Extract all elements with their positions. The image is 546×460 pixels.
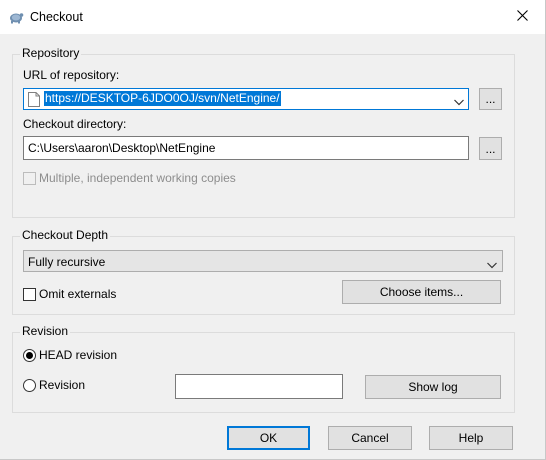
checkout-depth-group-title: Checkout Depth	[20, 228, 111, 242]
revision-input[interactable]	[175, 374, 343, 399]
omit-externals-label: Omit externals	[39, 287, 117, 301]
repository-group-title: Repository	[20, 46, 82, 60]
close-icon	[516, 10, 528, 24]
url-browse-button[interactable]: ...	[479, 88, 502, 110]
revision-group-title: Revision	[20, 324, 71, 338]
title-bar: Checkout	[0, 0, 545, 34]
chevron-down-icon[interactable]	[454, 95, 464, 109]
dir-label: Checkout directory:	[23, 117, 127, 131]
checkout-dir-input[interactable]: C:\Users\aaron\Desktop\NetEngine	[23, 136, 469, 160]
head-revision-label: HEAD revision	[39, 348, 118, 362]
url-label: URL of repository:	[23, 68, 120, 82]
depth-dropdown[interactable]: Fully recursive	[23, 250, 503, 272]
revision-label: Revision	[39, 378, 86, 392]
cancel-button[interactable]: Cancel	[328, 426, 412, 450]
revision-radio[interactable]	[23, 379, 36, 392]
help-button[interactable]: Help	[429, 426, 513, 450]
close-button[interactable]	[499, 0, 545, 34]
ok-button[interactable]: OK	[227, 426, 310, 450]
url-browse-label: ...	[485, 92, 496, 106]
choose-items-label: Choose items...	[379, 285, 464, 299]
multiple-copies-label: Multiple, independent working copies	[39, 171, 236, 185]
chevron-down-icon	[487, 258, 497, 272]
choose-items-button[interactable]: Choose items...	[342, 280, 501, 304]
url-combobox[interactable]: https://DESKTOP-6JDO0OJ/svn/NetEngine/	[23, 88, 469, 110]
file-icon	[28, 92, 40, 110]
omit-externals-checkbox[interactable]	[23, 288, 36, 301]
head-revision-radio[interactable]	[23, 349, 36, 362]
dir-browse-label: ...	[485, 141, 496, 156]
checkout-dialog: Checkout Repository URL of repository: h…	[0, 0, 546, 460]
show-log-label: Show log	[408, 380, 458, 394]
ok-label: OK	[259, 431, 278, 445]
show-log-button[interactable]: Show log	[365, 375, 501, 399]
dir-browse-button[interactable]: ...	[479, 137, 502, 160]
tortoisesvn-icon	[8, 9, 24, 25]
url-value[interactable]: https://DESKTOP-6JDO0OJ/svn/NetEngine/	[44, 91, 281, 106]
window-title: Checkout	[30, 10, 83, 24]
multiple-copies-checkbox[interactable]	[23, 172, 36, 185]
revision-group: Revision	[12, 324, 515, 413]
help-label: Help	[458, 431, 484, 445]
cancel-label: Cancel	[351, 431, 389, 445]
checkout-dir-value: C:\Users\aaron\Desktop\NetEngine	[28, 141, 216, 155]
depth-selected: Fully recursive	[28, 255, 106, 269]
